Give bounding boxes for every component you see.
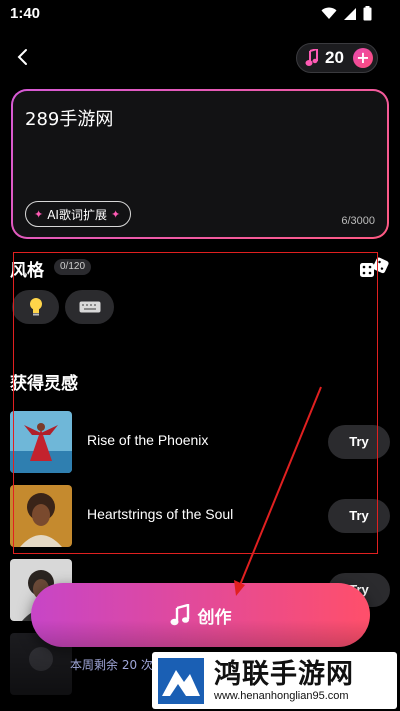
credits-count: 20: [325, 48, 344, 67]
style-count-badge: 0/120: [54, 259, 92, 275]
sparkle-icon: ✦: [110, 207, 121, 221]
sparkle-icon: ✦: [34, 207, 44, 221]
status-bar: 1:40: [0, 0, 400, 30]
style-title: 风格: [10, 261, 44, 281]
music-note-icon: [170, 604, 189, 626]
create-label: 创作: [197, 607, 232, 628]
watermark-title: 鸿联手游网: [214, 659, 354, 690]
song-row[interactable]: Heartstrings of the Soul Try: [10, 485, 390, 547]
prompt-box[interactable]: 289手游网 ✦ AI歌词扩展 ✦ 6/3000: [11, 89, 389, 239]
credits-pill[interactable]: 20 +: [296, 43, 378, 73]
inspiration-title: 获得灵感: [10, 374, 78, 394]
status-time: 1:40: [10, 5, 41, 22]
lightbulb-icon: [29, 298, 42, 316]
style-chip-idea[interactable]: [12, 290, 59, 324]
battery-icon: [363, 6, 372, 21]
song-title: Heartstrings of the Soul: [87, 506, 234, 522]
dice-icon[interactable]: [358, 256, 390, 280]
back-chevron-icon[interactable]: [14, 46, 34, 68]
signal-icon: [344, 7, 356, 20]
wifi-icon: [321, 7, 337, 19]
watermark-logo-icon: [158, 658, 204, 704]
ai-expand-label: AI歌词扩展: [47, 207, 107, 222]
song-title: Rise of the Phoenix: [87, 432, 209, 448]
song-cover: [10, 411, 72, 473]
keyboard-icon: [79, 301, 100, 313]
watermark: 鸿联手游网 www.henanhonglian95.com: [152, 652, 397, 709]
add-credits-button[interactable]: +: [353, 48, 373, 68]
watermark-url: www.henanhonglian95.com: [214, 690, 349, 702]
song-row[interactable]: Rise of the Phoenix Try: [10, 411, 390, 473]
song-cover: [10, 485, 72, 547]
char-count: 6/3000: [341, 215, 375, 227]
prompt-input[interactable]: 289手游网 ✦ AI歌词扩展 ✦ 6/3000: [13, 91, 387, 237]
try-button[interactable]: Try: [328, 499, 390, 533]
create-button[interactable]: 创作: [31, 583, 370, 647]
remaining-uses: 本周剩余 20 次: [70, 658, 153, 672]
music-note-icon: [305, 49, 318, 66]
status-icons: [321, 6, 372, 21]
prompt-text[interactable]: 289手游网: [25, 105, 113, 131]
ai-lyrics-expand-button[interactable]: ✦ AI歌词扩展 ✦: [25, 201, 132, 227]
try-button[interactable]: Try: [328, 425, 390, 459]
style-chip-keyboard[interactable]: [65, 290, 114, 324]
